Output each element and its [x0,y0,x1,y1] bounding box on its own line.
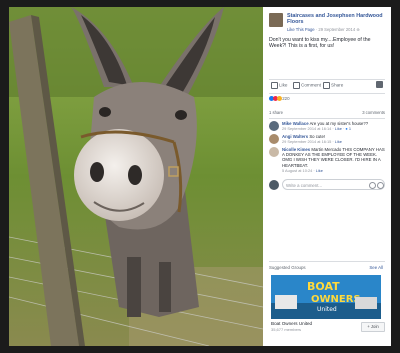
comment-like-link[interactable]: Like [335,126,342,131]
banner-word-2: OWNERS [311,294,361,305]
comment-like-link[interactable]: Like [335,139,342,144]
lightbox: Staircases and Josephsen Hardwood Floors… [0,0,400,353]
group-banner-image: BOAT OWNERS United [271,275,381,319]
avatar[interactable] [269,147,279,157]
comment-time[interactable]: 29 September 2014 at 16:15 [282,139,331,144]
group-members: 35,677 members [271,327,302,332]
comment-time[interactable]: 5 August at 10:24 [282,168,312,173]
camera-icon[interactable] [377,181,384,189]
comment-body: Nicolle Kimes Martin Mercado THIS COMPAN… [282,147,385,173]
reaction-count: 220 [282,96,290,101]
divider [269,261,385,262]
page-avatar[interactable] [269,13,283,27]
divider [269,93,385,94]
avatar [269,180,279,190]
post-photo[interactable] [9,7,263,346]
comment-body: Mike Wallace Are you at my sister's hous… [282,121,385,131]
settings-menu-icon[interactable] [376,81,383,88]
divider [269,79,385,80]
post-date[interactable]: 29 September 2014 [318,27,355,32]
banner-word-1: BOAT [307,280,340,293]
comment-meta: 5 August at 10:24 · Like [282,167,323,173]
comment-reaction-count: 1 [348,126,352,132]
post-actions: Like Comment Share [269,81,385,91]
comments-count[interactable]: 3 comments [362,110,385,115]
comment-button[interactable]: Comment [293,82,321,89]
comment-reaction-icon: ● [345,126,348,132]
divider [269,118,385,119]
post-panel: Staircases and Josephsen Hardwood Floors… [263,7,391,346]
comment-like-link[interactable]: Like [316,168,323,173]
globe-icon: ⊕ [356,27,360,32]
like-button[interactable]: Like [271,82,287,89]
avatar[interactable] [269,121,279,131]
banner-word-3: United [317,306,337,313]
comment-time[interactable]: 29 September 2014 at 16:14 [282,126,331,131]
shares-count[interactable]: 1 share [269,110,283,115]
join-group-button[interactable]: + Join [361,322,385,332]
avatar[interactable] [269,134,279,144]
thumbs-up-icon [271,82,278,89]
share-icon [323,82,330,89]
comment-meta: 29 September 2014 at 16:15 · Like [282,139,342,145]
share-button[interactable]: Share [323,82,343,89]
reactions-summary[interactable]: 220 [269,96,290,102]
suggested-groups-title: Suggested Groups [269,265,306,270]
like-page-link[interactable]: Like This Page [287,27,315,32]
group-name[interactable]: Boat Owners United [271,321,312,326]
comment-body: Angi Walters So cute! 29 September 2014 … [282,134,385,144]
page-name-link[interactable]: Staircases and Josephsen Hardwood Floors [287,13,385,25]
post-meta: Like This Page · 29 September 2014 ⊕ [287,27,360,32]
emoji-icon[interactable] [369,181,376,189]
comment-composer: Write a comment... [269,179,385,191]
see-all-link[interactable]: See All [369,265,383,270]
post-text: Don't you want to kiss my....Employee of… [269,37,371,50]
comment-meta: 29 September 2014 at 16:14 · Like · ● 1 [282,126,352,132]
donkey-photo [9,7,263,346]
comment-icon [293,82,300,89]
group-banner[interactable]: BOAT OWNERS United [271,275,381,319]
